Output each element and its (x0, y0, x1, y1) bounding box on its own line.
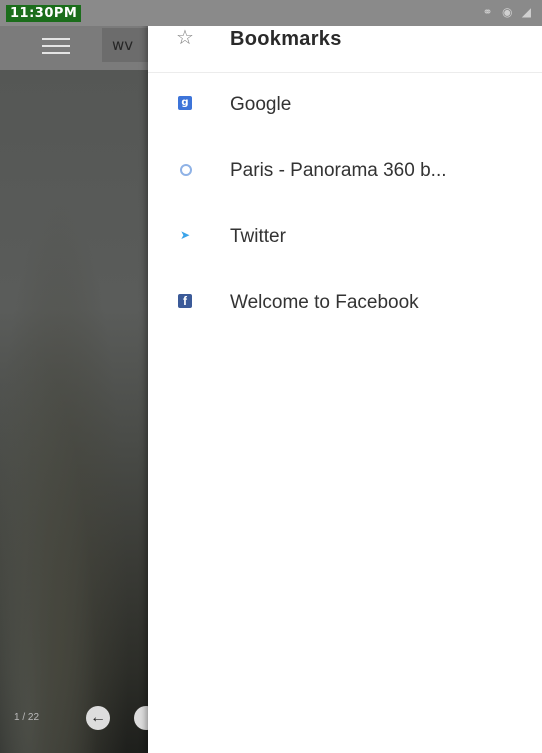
globe-icon (180, 164, 192, 176)
bookmark-label: Paris - Panorama 360 b... (230, 160, 447, 181)
star-icon: ☆ (176, 27, 194, 49)
bookmark-item-twitter[interactable]: ➤ Twitter (148, 204, 542, 270)
headset-icon: ⚭ (482, 5, 496, 19)
facebook-icon: f (178, 294, 192, 308)
bookmark-list: g Google Paris - Panorama 360 b... ➤ Twi… (148, 72, 542, 336)
url-bar[interactable]: wv (102, 28, 148, 62)
google-icon: g (178, 96, 192, 110)
bookmark-item-facebook[interactable]: f Welcome to Facebook (148, 270, 542, 336)
bookmark-label: Google (230, 94, 292, 115)
bookmarks-drawer: ☆ Bookmarks g Google Paris - Panorama 36… (148, 0, 542, 753)
wifi-icon: ◉ (501, 5, 516, 19)
status-time: 11:30PM (6, 5, 82, 22)
bookmark-label: Welcome to Facebook (230, 292, 419, 313)
twitter-icon: ➤ (179, 228, 191, 242)
bookmark-item-paris[interactable]: Paris - Panorama 360 b... (148, 138, 542, 204)
drawer-title: Bookmarks (230, 28, 342, 50)
signal-icon: ◢ (521, 5, 534, 19)
panorama-pager: 1 / 22 (14, 712, 40, 723)
menu-icon[interactable] (42, 38, 70, 56)
status-bar: 11:30PM ⚭ ◉ ◢ (0, 0, 542, 26)
status-icons: ⚭ ◉ ◢ (483, 5, 534, 19)
panorama-view[interactable] (0, 70, 148, 753)
bookmark-label: Twitter (230, 226, 286, 247)
bookmark-item-google[interactable]: g Google (148, 72, 542, 138)
browser-background: wv 1 / 22 ← (0, 0, 148, 753)
url-text: wv (112, 36, 134, 54)
back-arrow-icon[interactable]: ← (86, 706, 110, 730)
